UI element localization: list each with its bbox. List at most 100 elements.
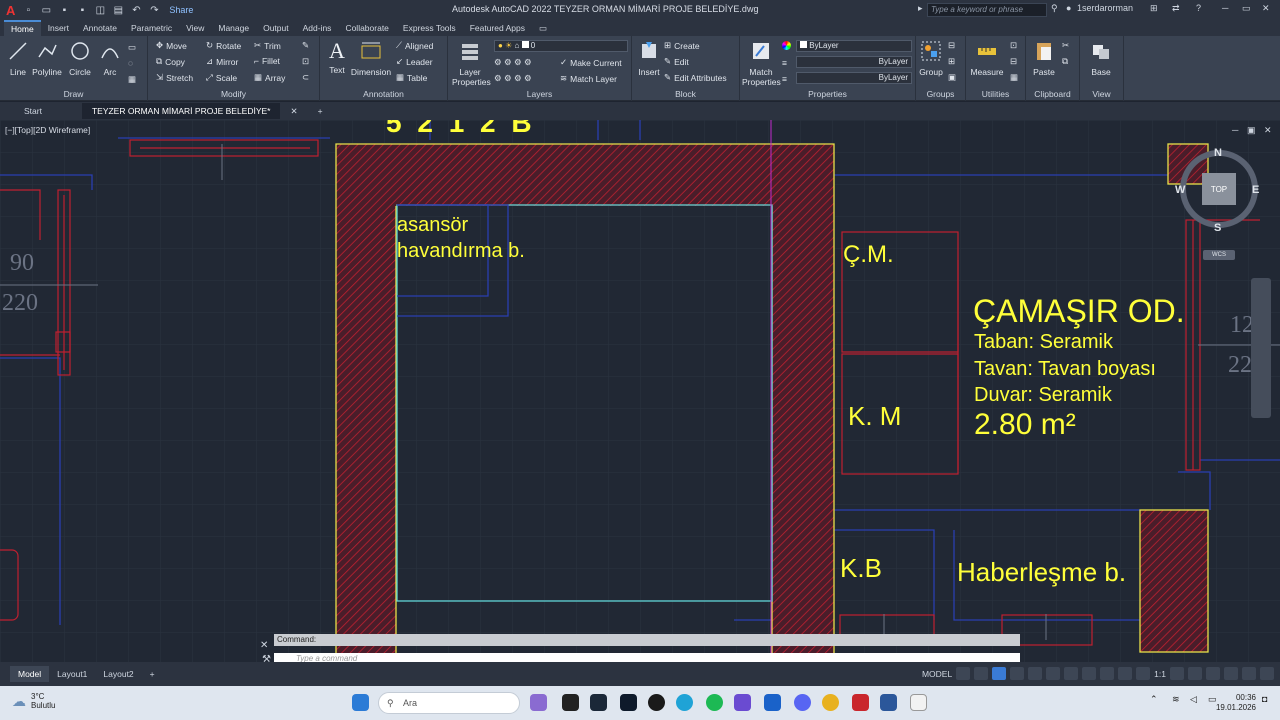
customize-icon[interactable] <box>1260 667 1274 680</box>
autocad-taskbar-icon[interactable] <box>852 694 869 711</box>
color-dropdown[interactable]: ByLayer <box>796 40 912 52</box>
exchange-icon[interactable]: ⇄ <box>1172 3 1180 14</box>
explode-icon[interactable]: ⊡ <box>302 56 309 67</box>
add-layout-icon[interactable]: + <box>142 666 163 682</box>
base-button[interactable]: Base <box>1088 40 1114 77</box>
taskbar-clock[interactable]: 00:36 19.01.2026 <box>1216 693 1256 713</box>
tab-parametric[interactable]: Parametric <box>124 21 179 35</box>
array-button[interactable]: ▦ Array <box>254 72 285 83</box>
selection-cycling-icon[interactable] <box>1118 667 1133 680</box>
insert-button[interactable]: Insert <box>636 40 662 77</box>
block-panel-title[interactable]: Block <box>632 89 739 99</box>
chrome-icon[interactable] <box>822 694 839 711</box>
app-icon-1[interactable] <box>562 694 579 711</box>
tab-manage[interactable]: Manage <box>211 21 256 35</box>
print-icon[interactable]: ▤ <box>111 3 125 17</box>
utilities-panel-title[interactable]: Utilities <box>966 89 1025 99</box>
widgets-icon[interactable] <box>530 694 547 711</box>
osnap-icon[interactable] <box>1046 667 1061 680</box>
layer-dropdown[interactable]: ● ☀ ⌂ 0 <box>494 40 628 52</box>
weather-widget[interactable]: ☁ 3°C Bulutlu <box>12 692 55 710</box>
autocad-logo-icon[interactable]: A <box>6 3 15 18</box>
save-icon[interactable]: ▪ <box>57 3 71 17</box>
edit-block-button[interactable]: ✎ Edit <box>664 56 689 67</box>
transparency-icon[interactable] <box>1100 667 1115 680</box>
cart-icon[interactable]: ⊞ <box>1150 3 1158 14</box>
clipboard-panel-title[interactable]: Clipboard <box>1026 89 1079 99</box>
layer-tools-row-1[interactable]: ⚙ ⚙ ⚙ ⚙ <box>494 57 532 68</box>
search-icon[interactable]: ⚲ <box>1051 3 1058 14</box>
app-icon-2[interactable] <box>648 694 665 711</box>
tab-output[interactable]: Output <box>256 21 296 35</box>
user-icon[interactable]: ● <box>1066 3 1071 13</box>
annotation-scale[interactable]: 1:1 <box>1154 669 1166 679</box>
tab-add-ins[interactable]: Add-ins <box>296 21 339 35</box>
annotation-panel-title[interactable]: Annotation <box>320 89 447 99</box>
web-icon[interactable]: ◫ <box>93 3 107 17</box>
new-file-icon[interactable]: ▫ <box>21 3 35 17</box>
edit-attributes-button[interactable]: ✎ Edit Attributes <box>664 72 727 83</box>
compass-e[interactable]: E <box>1252 184 1259 196</box>
draw-panel-title[interactable]: Draw <box>0 89 147 99</box>
hardware-accel-icon[interactable] <box>1224 667 1238 680</box>
tab-layout1[interactable]: Layout1 <box>49 666 95 682</box>
trim-button[interactable]: ✂ Trim <box>254 40 281 51</box>
restore-icon[interactable]: ▭ <box>1242 3 1251 14</box>
rotate-button[interactable]: ↻ Rotate <box>206 40 241 51</box>
lineweight-dropdown[interactable]: ByLayer <box>796 72 912 84</box>
otrack-icon[interactable] <box>1064 667 1079 680</box>
mail-icon[interactable] <box>764 694 781 711</box>
photoshop-icon[interactable] <box>620 694 637 711</box>
undo-icon[interactable]: ↶ <box>129 3 143 17</box>
volume-icon[interactable]: ◁ <box>1190 694 1204 711</box>
quick-select-icon[interactable]: ⊡ <box>1010 40 1017 51</box>
save-as-icon[interactable]: ▪ <box>75 3 89 17</box>
tab-layout2[interactable]: Layout2 <box>95 666 141 682</box>
match-layer-button[interactable]: ≋ Match Layer <box>560 73 617 84</box>
match-properties-button[interactable]: Match Properties <box>742 40 781 87</box>
search-input[interactable]: Type a keyword or phrase <box>927 3 1047 17</box>
taskbar-search[interactable]: ⚲ Ara <box>378 692 520 714</box>
user-name[interactable]: 1serdarorman <box>1077 3 1133 13</box>
grid-icon[interactable] <box>956 667 971 680</box>
command-close-icon[interactable]: ✕ <box>260 640 268 651</box>
workspace-gear-icon[interactable] <box>1170 667 1184 680</box>
tab-view[interactable]: View <box>179 21 211 35</box>
annotation-visibility-icon[interactable] <box>1136 667 1151 680</box>
new-tab-icon[interactable]: + <box>308 103 333 119</box>
viewport-controls-label[interactable]: [−][Top][2D Wireframe] <box>5 125 90 135</box>
notification-icon[interactable]: ◘ <box>1262 694 1274 711</box>
wcs-menu[interactable]: WCS <box>1203 250 1235 260</box>
clean-screen-icon[interactable] <box>1242 667 1256 680</box>
plus-icon[interactable] <box>1188 667 1202 680</box>
group-button[interactable]: Group <box>918 40 944 77</box>
mirror-button[interactable]: ⊿ Mirror <box>206 56 238 67</box>
close-tab-icon[interactable]: ✕ <box>280 103 307 120</box>
move-button[interactable]: ✥ Move <box>156 40 187 51</box>
model-space-button[interactable]: MODEL <box>922 669 952 679</box>
groups-panel-title[interactable]: Groups <box>916 89 965 99</box>
dimension-button[interactable]: Dimension <box>350 40 392 77</box>
paste-button[interactable]: Paste <box>1030 40 1058 77</box>
viewport-restore-icon[interactable]: ▣ <box>1247 125 1256 136</box>
tab-model[interactable]: Model <box>10 666 50 682</box>
erase-icon[interactable]: ✎ <box>302 40 309 51</box>
compass-w[interactable]: W <box>1175 184 1185 196</box>
arc-button[interactable]: Arc <box>98 40 122 77</box>
tab-featured-apps[interactable]: Featured Apps <box>463 21 532 35</box>
share-button[interactable]: Share <box>169 5 193 15</box>
spotify-icon[interactable] <box>706 694 723 711</box>
polar-icon[interactable] <box>1010 667 1025 680</box>
measure-button[interactable]: Measure <box>968 40 1006 77</box>
help-icon[interactable]: ? <box>1196 3 1201 13</box>
copy-button[interactable]: ⧉ Copy <box>156 56 185 67</box>
aligned-button[interactable]: ⟋ Aligned <box>396 40 433 51</box>
navigation-bar[interactable] <box>1251 278 1271 418</box>
group-edit-icon[interactable]: ⊞ <box>948 56 955 67</box>
line-button[interactable]: Line <box>6 40 30 77</box>
tab-annotate[interactable]: Annotate <box>76 21 124 35</box>
app-icon-3[interactable] <box>910 694 927 711</box>
layer-properties-button[interactable]: Layer Properties <box>452 40 491 87</box>
discord-icon[interactable] <box>794 694 811 711</box>
table-button[interactable]: ▦ Table <box>396 72 427 83</box>
